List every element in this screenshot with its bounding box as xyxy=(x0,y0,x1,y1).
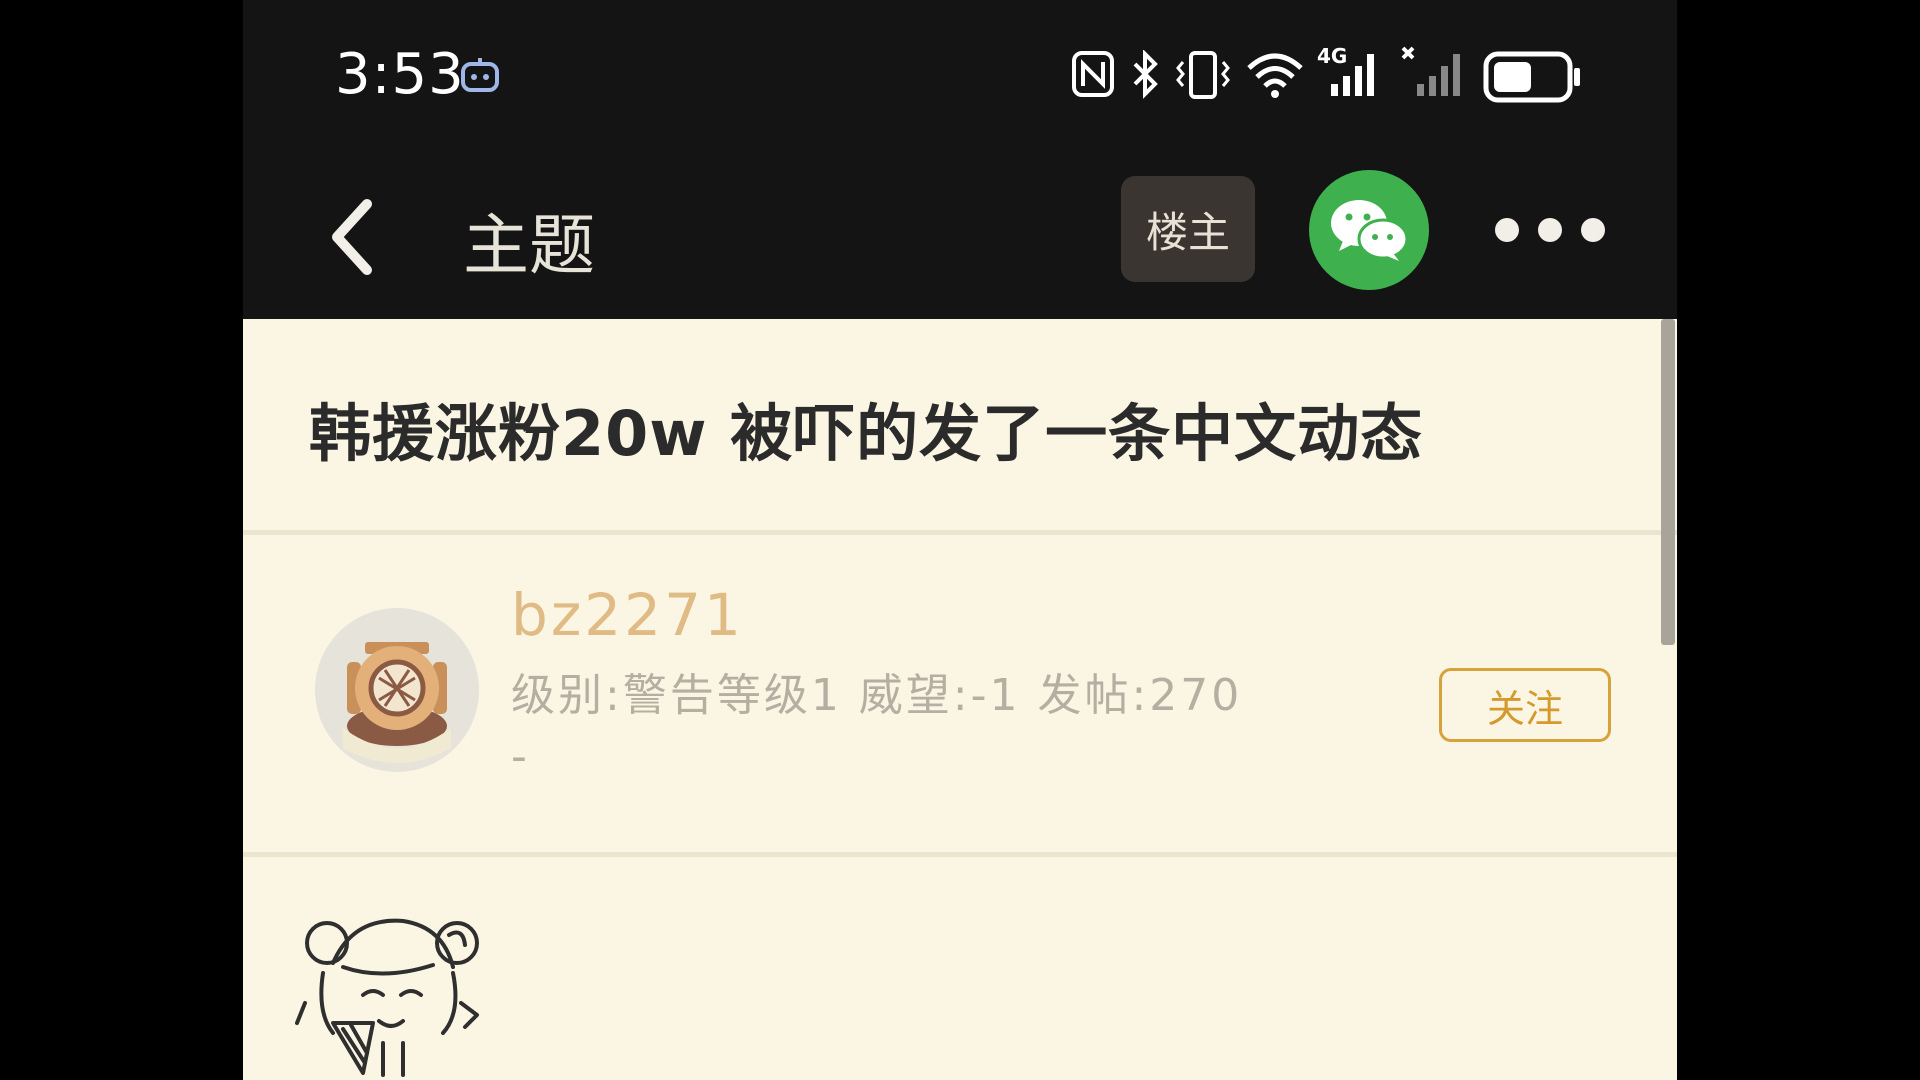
follow-button[interactable]: 关注 xyxy=(1439,668,1611,742)
author-username[interactable]: bz2271 xyxy=(511,581,744,649)
post-sticker xyxy=(293,903,483,1080)
page-title: 主题 xyxy=(463,207,595,284)
more-dots-icon xyxy=(1495,218,1605,242)
nav-bar: 主题 楼主 xyxy=(243,150,1677,319)
signal-no-service-icon xyxy=(1401,46,1471,100)
divider xyxy=(243,530,1677,535)
author-stats: 级别:警告等级1 威望:-1 发帖:270 xyxy=(511,670,1243,721)
scrollbar[interactable] xyxy=(1661,319,1675,645)
wifi-icon xyxy=(1247,53,1303,98)
divider xyxy=(243,852,1677,857)
status-bar: 3:53 4G xyxy=(243,0,1677,150)
anime-girl-sticker xyxy=(295,918,479,1077)
wechat-share-button[interactable] xyxy=(1309,170,1429,290)
diver-helmet-avatar xyxy=(315,608,479,772)
back-button[interactable] xyxy=(315,192,387,282)
topic-title: 韩援涨粉20w 被吓的发了一条中文动态 xyxy=(309,397,1424,470)
assistant-icon xyxy=(461,58,499,92)
status-time: 3:53 xyxy=(335,42,465,107)
nfc-icon xyxy=(1072,51,1114,97)
author-avatar[interactable] xyxy=(315,608,479,772)
bluetooth-icon xyxy=(1133,50,1158,99)
op-filter-button[interactable]: 楼主 xyxy=(1121,176,1255,282)
signal-4g-icon: 4G xyxy=(1317,44,1385,100)
phone-screen: 3:53 4G 主题 楼主 韩援涨粉20w 被吓的发了一条中文动态 bz2271… xyxy=(243,0,1677,1080)
battery-icon xyxy=(1483,51,1580,103)
topic-content: 韩援涨粉20w 被吓的发了一条中文动态 bz2271 级别:警告等级1 威望:-… xyxy=(243,319,1677,1080)
wechat-icon xyxy=(1331,200,1409,261)
back-arrow-icon xyxy=(332,199,372,275)
vibrate-icon xyxy=(1176,51,1230,99)
more-options-button[interactable] xyxy=(1493,210,1613,250)
author-signature: - xyxy=(511,731,527,782)
